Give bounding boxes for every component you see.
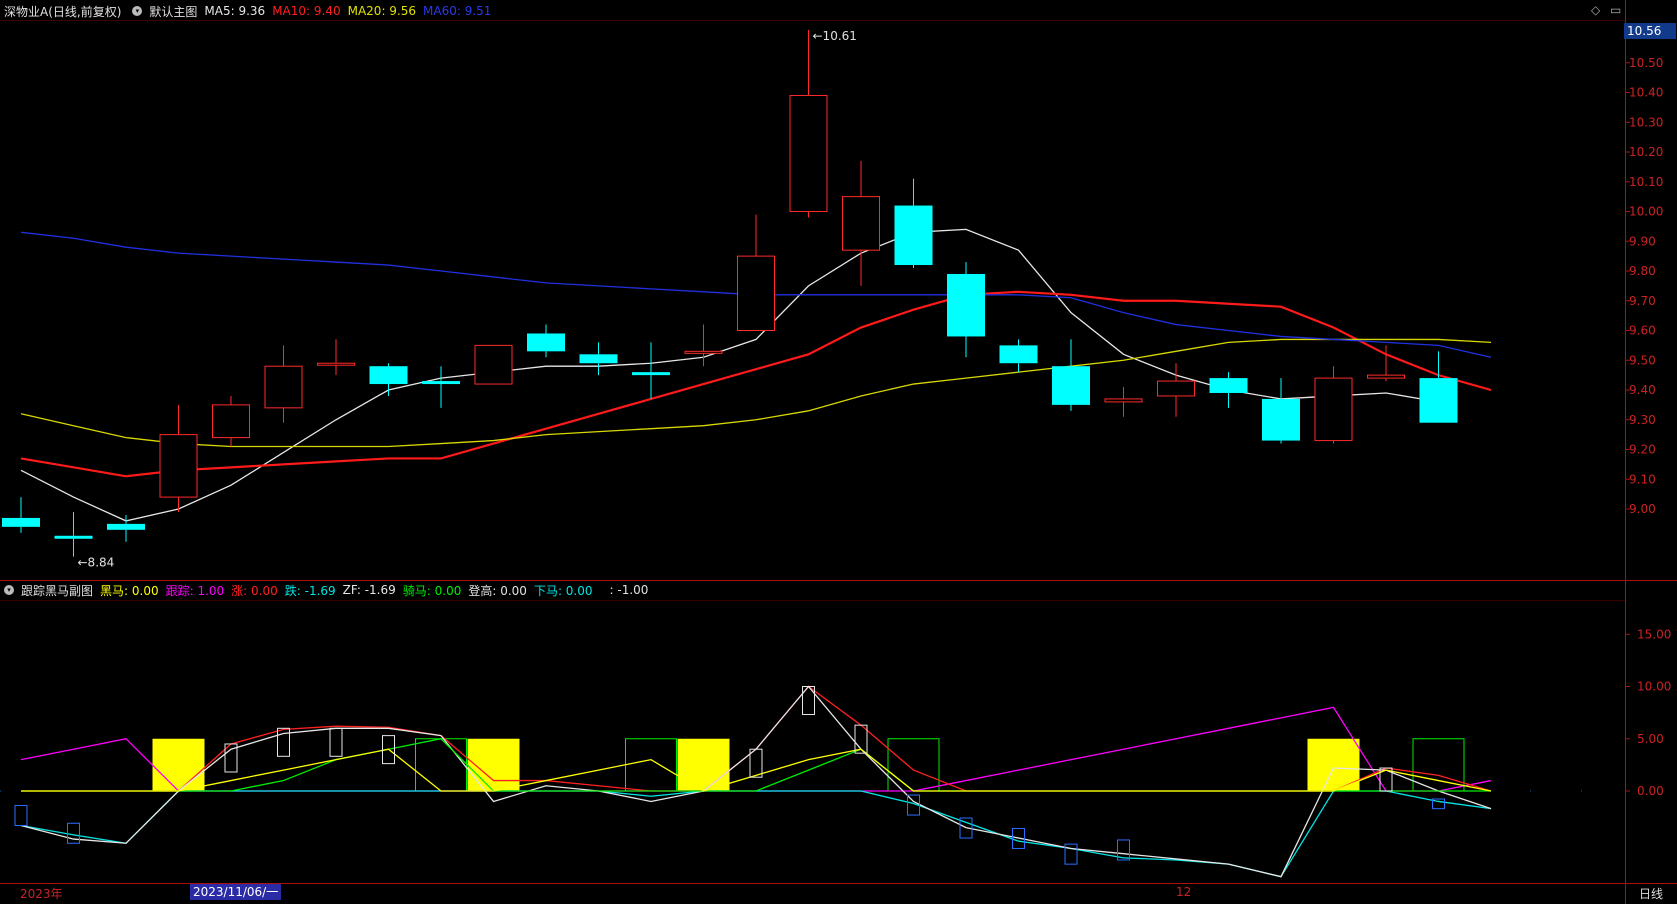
- candle-body-up: [1157, 380, 1195, 397]
- qima-block: [625, 738, 677, 792]
- sub-chart-name[interactable]: 跟踪黑马副图: [21, 582, 93, 599]
- candle-body-up: [789, 94, 828, 212]
- y-tick-label: 10.20: [1629, 145, 1663, 159]
- heima-block: [152, 738, 205, 791]
- candle-body-up: [737, 255, 775, 331]
- candle-body-down: [579, 354, 618, 364]
- stock-title: 深物业A(日线,前复权): [4, 4, 122, 19]
- y-tick-label: 10.00: [1637, 680, 1671, 694]
- y-tick-label: 9.50: [1629, 353, 1656, 367]
- current-price-tag: 10.56: [1624, 23, 1676, 39]
- candle-body-up: [159, 434, 198, 498]
- candle-body-down: [107, 523, 145, 530]
- die-bar: [14, 804, 28, 826]
- blank-value: : -1.00: [609, 583, 649, 597]
- cursor-date-tag: 2023/11/06/一: [190, 884, 282, 900]
- candle-body-up: [684, 350, 723, 354]
- heima-block: [677, 738, 730, 791]
- genzong-value: 跟踪: 1.00: [165, 583, 225, 598]
- extreme-label: ←8.84: [78, 556, 115, 570]
- y-tick-label: 10.50: [1629, 56, 1663, 70]
- candle-body-down: [422, 381, 460, 385]
- indicator-line-zf: [20, 685, 1492, 878]
- die-value: 跌: -1.69: [284, 583, 336, 598]
- denggao-value: 登高: 0.00: [468, 583, 527, 598]
- candle-body-down: [54, 535, 93, 539]
- ma5-value: MA5: 9.36: [204, 4, 266, 18]
- candle-body-up: [474, 344, 513, 385]
- candle-body-down: [894, 205, 933, 266]
- y-tick-label: 9.40: [1629, 383, 1656, 397]
- y-tick-label: 9.00: [1629, 502, 1656, 516]
- indicator-line-heima: [21, 748, 1492, 792]
- main-chart-header: 深物业A(日线,前复权) ▾ 默认主图 MA5: 9.36 MA10: 9.40…: [0, 1, 498, 21]
- zhang-value: 涨: 0.00: [231, 583, 278, 598]
- collapse-icon[interactable]: ▾: [132, 6, 143, 16]
- window-icon[interactable]: ▭: [1610, 3, 1621, 17]
- y-tick-label: 5.00: [1637, 732, 1664, 746]
- candle-body-up: [1104, 398, 1143, 403]
- qima-block: [1412, 738, 1465, 792]
- candle-body-down: [1419, 378, 1458, 423]
- candle-body-up: [1367, 374, 1405, 379]
- y-tick-label: 10.30: [1629, 115, 1663, 129]
- extreme-label: ←10.61: [813, 29, 857, 43]
- main-chart-name[interactable]: 默认主图: [149, 3, 197, 20]
- diamond-icon[interactable]: ◇: [1591, 3, 1600, 17]
- zhang-bar: [329, 727, 343, 757]
- x-label-month: 12: [1176, 885, 1192, 899]
- y-tick-label: 9.20: [1629, 443, 1656, 457]
- candle-body-up: [317, 362, 355, 366]
- ma-line-ma5: [20, 228, 1439, 522]
- y-tick-label: 10.10: [1629, 175, 1663, 189]
- candle-body-down: [1209, 378, 1248, 393]
- y-tick-label: 9.60: [1629, 324, 1656, 338]
- y-tick-label: 9.10: [1629, 472, 1656, 486]
- qima-block: [415, 738, 467, 792]
- candle-body-down: [632, 372, 670, 376]
- candle-body-down: [527, 333, 565, 352]
- y-tick-label: 9.30: [1629, 413, 1656, 427]
- ma10-value: MA10: 9.40: [272, 4, 341, 18]
- y-tick-label: 10.00: [1629, 205, 1663, 219]
- candle-body-up: [842, 196, 880, 251]
- y-tick-label: 9.80: [1629, 264, 1656, 278]
- candle-body-down: [999, 345, 1038, 364]
- heima-value: 黑马: 0.00: [100, 583, 159, 598]
- die-bar: [67, 822, 80, 844]
- chart-canvas[interactable]: 9.00 9.10 9.20 9.30 9.40 9.50 9.60 9.70 9.80 9.90…: [0, 0, 1677, 904]
- y-tick-label: 9.90: [1629, 234, 1656, 248]
- zf-value: ZF: -1.69: [342, 583, 396, 597]
- collapse-icon[interactable]: ▾: [4, 585, 14, 595]
- xiama-value: 下马: 0.00: [533, 583, 593, 598]
- indicator-line-die: [20, 790, 1492, 878]
- ma60-value: MA60: 9.51: [423, 4, 492, 18]
- sub-chart-header: ▾ 跟踪黑马副图 黑马: 0.00 跟踪: 1.00 涨: 0.00 跌: -1…: [0, 580, 655, 600]
- candle-body-down: [947, 273, 985, 337]
- candle-body-up: [264, 365, 303, 409]
- candle-body-down: [369, 366, 408, 385]
- candle-body-down: [2, 517, 40, 527]
- x-label-year: 2023年: [20, 887, 63, 901]
- y-tick-label: 10.40: [1629, 86, 1663, 100]
- y-tick-label: 15.00: [1637, 627, 1671, 641]
- y-tick-label: 0.00: [1637, 784, 1664, 798]
- candle-body-up: [212, 404, 250, 439]
- period-label[interactable]: 日线: [1639, 885, 1663, 902]
- zhang-bar: [749, 748, 763, 778]
- qima-value: 骑马: 0.00: [402, 583, 462, 598]
- candle-body-down: [1262, 398, 1300, 441]
- candle-body-up: [1314, 377, 1353, 442]
- ma20-value: MA20: 9.56: [347, 4, 417, 18]
- candle-body-down: [1052, 366, 1090, 405]
- y-tick-label: 9.70: [1629, 294, 1656, 308]
